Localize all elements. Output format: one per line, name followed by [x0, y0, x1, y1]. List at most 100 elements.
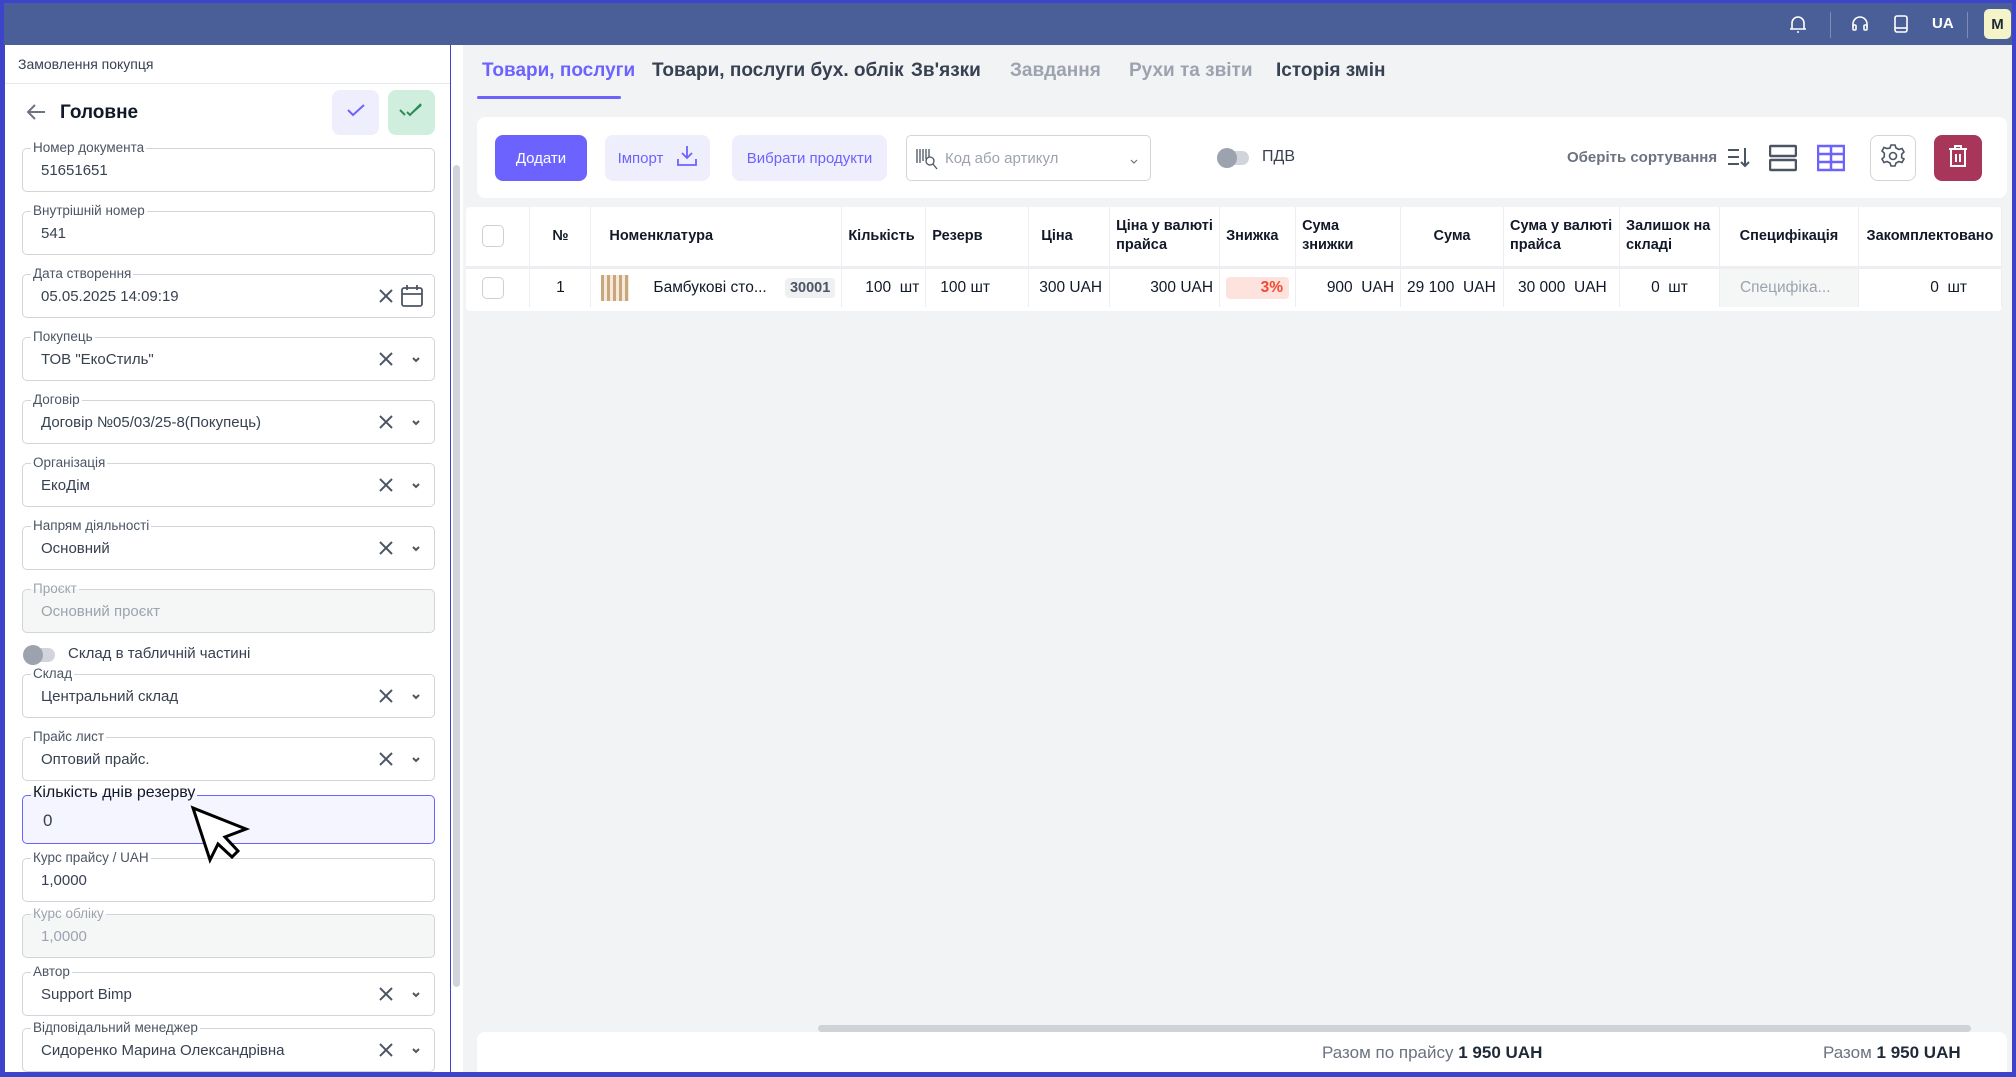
- chevron-down-icon[interactable]: [410, 690, 422, 702]
- totals-footer: Разом по прайсу 1 950 UAH Разом 1 950 UA…: [477, 1032, 2007, 1072]
- column-header[interactable]: Ціна: [1028, 207, 1111, 267]
- language-switch[interactable]: UA: [1932, 15, 1954, 32]
- manager-select[interactable]: Відповідальний менеджер Сидоренко Марина …: [22, 1020, 435, 1072]
- column-header[interactable]: Резерв: [925, 207, 1030, 267]
- clear-icon[interactable]: [376, 349, 396, 369]
- tab-goods-services[interactable]: Товари, послуги: [482, 60, 635, 82]
- tab-change-history[interactable]: Історія змін: [1276, 60, 1386, 82]
- chevron-down-icon[interactable]: [410, 416, 422, 428]
- list-view-icon[interactable]: [1768, 144, 1798, 177]
- project-field: Проєкт Основний проєкт: [22, 581, 435, 633]
- column-header[interactable]: Сума: [1400, 207, 1504, 267]
- warehouse-in-table-toggle[interactable]: [23, 645, 55, 665]
- horizontal-scrollbar[interactable]: [818, 1025, 1971, 1032]
- chevron-down-icon[interactable]: [410, 479, 422, 491]
- clear-icon[interactable]: [376, 475, 396, 495]
- select-products-button[interactable]: Вибрати продукти: [732, 135, 887, 181]
- avatar[interactable]: M: [1984, 9, 2011, 39]
- column-header[interactable]: Залишок на складі: [1619, 207, 1720, 267]
- chevron-down-icon: [1130, 152, 1138, 170]
- table-row[interactable]: 1 Бамбукові сто... 30001 100 шт 100 шт 3…: [466, 265, 2002, 307]
- code-search-select[interactable]: Код або артикул: [906, 135, 1151, 181]
- row-checkbox[interactable]: [482, 276, 504, 299]
- field-value: Сидоренко Марина Олександрівна: [41, 1042, 285, 1059]
- buyer-select[interactable]: Покупець ТОВ "ЕкоСтиль": [22, 329, 435, 381]
- chevron-down-icon[interactable]: [410, 753, 422, 765]
- warehouse-select[interactable]: Склад Центральний склад: [22, 666, 435, 718]
- calendar-icon[interactable]: [400, 284, 424, 308]
- vat-toggle[interactable]: [1217, 148, 1249, 168]
- tab-goods-accounting[interactable]: Товари, послуги бух. облік: [652, 60, 904, 82]
- scrollbar-thumb[interactable]: [453, 165, 460, 987]
- clear-icon[interactable]: [376, 1040, 396, 1060]
- sort-label[interactable]: Оберіть сортування: [1567, 149, 1717, 166]
- toggle-label: Склад в табличній частині: [68, 645, 251, 662]
- vat-label: ПДВ: [1262, 148, 1296, 165]
- save-button[interactable]: [332, 90, 379, 135]
- tab-links[interactable]: Зв'язки: [911, 60, 981, 82]
- section-title: Головне: [60, 102, 139, 123]
- chevron-down-icon[interactable]: [410, 353, 422, 365]
- add-button[interactable]: Додати: [495, 135, 587, 181]
- reserve-cell[interactable]: 100 шт: [925, 265, 1030, 307]
- save-and-post-button[interactable]: [388, 90, 435, 135]
- column-header[interactable]: Знижка: [1219, 207, 1297, 267]
- column-header[interactable]: Закомплектовано: [1858, 207, 2002, 267]
- column-header[interactable]: Ціна у валюті прайса: [1109, 207, 1221, 267]
- column-header[interactable]: №: [529, 207, 592, 267]
- clear-icon[interactable]: [376, 686, 396, 706]
- tab-movements-reports: Рухи та звіти: [1129, 60, 1253, 81]
- select-all-checkbox[interactable]: [482, 225, 504, 248]
- column-header[interactable]: Номенклатура: [590, 207, 843, 267]
- field-value: ЕкоДім: [41, 477, 90, 494]
- discount-sum-cell: 900 UAH: [1295, 265, 1402, 307]
- field-label: Курс обліку: [31, 906, 106, 922]
- settings-button[interactable]: [1870, 135, 1916, 181]
- toolbar: Додати Імпорт Вибрати продукти Код або а…: [477, 117, 2007, 198]
- chevron-down-icon[interactable]: [410, 988, 422, 1000]
- internal-number-field[interactable]: Внутрішній номер 541: [22, 203, 435, 255]
- creation-date-field[interactable]: Дата створення 05.05.2025 14:09:19: [22, 266, 435, 318]
- document-sidebar: Замовлення покупця Головне Номер докумен…: [5, 45, 450, 1072]
- chevron-down-icon[interactable]: [410, 542, 422, 554]
- activity-direction-select[interactable]: Напрям діяльності Основний: [22, 518, 435, 570]
- headset-icon[interactable]: [1849, 13, 1871, 35]
- clear-icon[interactable]: [376, 538, 396, 558]
- sum-cell: 29 100 UAH: [1400, 265, 1504, 307]
- clear-icon[interactable]: [376, 412, 396, 432]
- grid-view-icon[interactable]: [1816, 144, 1846, 177]
- price-list-select[interactable]: Прайс лист Оптовий прайс.: [22, 729, 435, 781]
- total-label: Разом: [1823, 1043, 1872, 1062]
- field-label: Прайс лист: [31, 729, 107, 745]
- field-label: Договір: [31, 392, 82, 408]
- price-cell[interactable]: 300 UAH: [1028, 265, 1111, 307]
- sidebar-scrollbar[interactable]: [451, 45, 463, 1072]
- back-arrow-icon[interactable]: [25, 101, 49, 125]
- chevron-down-icon[interactable]: [410, 1044, 422, 1056]
- discount-cell[interactable]: 3%: [1219, 265, 1297, 307]
- check-icon: [346, 103, 366, 122]
- book-icon[interactable]: [1890, 13, 1912, 35]
- column-header[interactable]: Сума у валюті прайса: [1503, 207, 1620, 267]
- column-header[interactable]: Специфікація: [1719, 207, 1859, 267]
- clear-icon[interactable]: [376, 984, 396, 1004]
- field-label: Дата створення: [31, 266, 134, 282]
- import-button[interactable]: Імпорт: [605, 135, 710, 181]
- column-header[interactable]: Сума знижки: [1295, 207, 1402, 267]
- bell-icon[interactable]: [1787, 13, 1809, 35]
- clear-icon[interactable]: [376, 749, 396, 769]
- product-code-badge: 30001: [784, 277, 836, 298]
- author-select[interactable]: Автор Support Bimp: [22, 964, 435, 1016]
- sort-icon[interactable]: [1727, 145, 1751, 174]
- organization-select[interactable]: Організація ЕкоДім: [22, 455, 435, 507]
- product-cell[interactable]: Бамбукові сто... 30001: [590, 265, 843, 307]
- divider: [1967, 12, 1968, 38]
- document-number-field[interactable]: Номер документа 51651651: [22, 140, 435, 192]
- clear-icon[interactable]: [376, 286, 396, 306]
- specification-cell[interactable]: Специфіка...: [1719, 265, 1859, 307]
- price-total: Разом по прайсу 1 950 UAH: [1322, 1043, 1542, 1063]
- delete-button[interactable]: [1934, 135, 1982, 181]
- quantity-cell[interactable]: 100 шт: [841, 265, 927, 307]
- column-header[interactable]: Кількість: [841, 207, 927, 267]
- contract-select[interactable]: Договір Договір №05/03/25-8(Покупець): [22, 392, 435, 444]
